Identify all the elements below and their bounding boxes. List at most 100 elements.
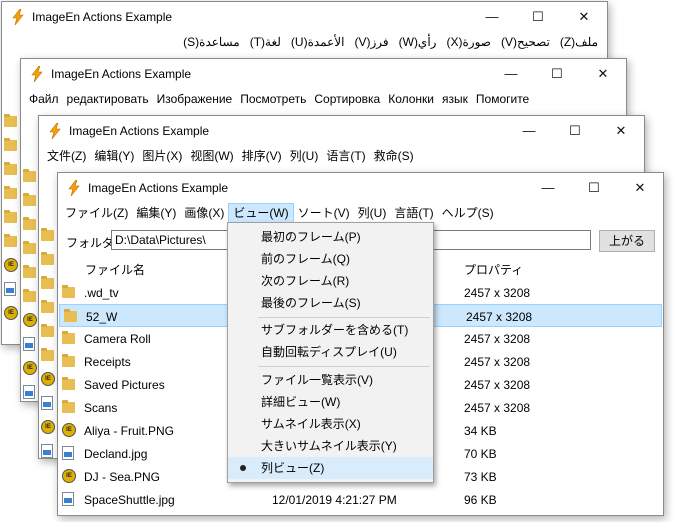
close-icon[interactable]: ✕ — [561, 2, 607, 32]
menu-image[interactable]: Изображение — [153, 89, 237, 109]
menu-language[interactable]: язык — [438, 89, 472, 109]
title-bar[interactable]: ImageEn Actions Example — ☐ ✕ — [39, 116, 644, 146]
minimize-icon[interactable]: — — [469, 2, 515, 32]
menu-file[interactable]: ファイル(Z) — [61, 203, 132, 223]
view-menu-dropdown: 最初のフレーム(P) 前のフレーム(Q) 次のフレーム(R) 最後のフレーム(S… — [227, 222, 434, 483]
menu-columns[interactable]: 列(U) — [286, 146, 323, 166]
png-file-icon: IE — [23, 361, 37, 375]
png-file-icon: IE — [41, 372, 55, 386]
menu-view[interactable]: Посмотреть — [236, 89, 310, 109]
close-icon[interactable]: ✕ — [598, 116, 644, 146]
folder-icon — [4, 162, 18, 176]
menu-item-large-thumbnail-view[interactable]: 大きいサムネイル表示(Y) — [228, 435, 433, 457]
jpg-file-icon — [62, 446, 74, 460]
maximize-icon[interactable]: ☐ — [534, 59, 580, 89]
folder-icon — [62, 354, 75, 367]
menu-help[interactable]: مساعدة(S) — [178, 32, 245, 52]
folder-icon — [62, 400, 75, 413]
menu-file[interactable]: Файл — [25, 89, 63, 109]
menu-view[interactable]: رأي(W) — [394, 32, 442, 52]
file-date: 12/01/2019 4:21:27 PM — [272, 493, 397, 507]
menu-help[interactable]: Помогите — [472, 89, 533, 109]
menu-edit[interactable]: 编辑(Y) — [90, 146, 138, 166]
folder-icon — [23, 265, 37, 279]
file-name: DJ - Sea.PNG — [84, 470, 161, 484]
menu-edit[interactable]: 編集(Y) — [132, 203, 180, 223]
menu-item-file-list-view[interactable]: ファイル一覧表示(V) — [228, 369, 433, 391]
jpg-file-icon — [41, 396, 55, 410]
menu-edit[interactable]: تصحيح(V) — [496, 32, 555, 52]
maximize-icon[interactable]: ☐ — [552, 116, 598, 146]
file-properties: 96 KB — [464, 493, 497, 507]
menu-help[interactable]: ヘルプ(S) — [438, 203, 498, 223]
menu-image[interactable]: 画像(X) — [180, 203, 228, 223]
folder-label: フォルダ: — [66, 236, 118, 250]
menu-item-include-subfolders[interactable]: サブフォルダーを含める(T) — [228, 319, 433, 341]
table-row[interactable]: SpaceShuttle.jpg 12/01/2019 4:21:27 PM 96 … — [58, 488, 663, 511]
menu-item-previous-frame[interactable]: 前のフレーム(Q) — [228, 248, 433, 270]
menu-sort[interactable]: فرز(V) — [349, 32, 393, 52]
lightning-app-icon — [49, 123, 61, 139]
menu-columns[interactable]: الأعمدة(U) — [286, 32, 350, 52]
jpg-file-icon — [4, 282, 18, 296]
folder-icon — [41, 252, 55, 266]
menu-item-thumbnail-view[interactable]: サムネイル表示(X) — [228, 413, 433, 435]
menu-item-column-view[interactable]: 列ビュー(Z) — [228, 457, 433, 479]
menu-help[interactable]: 救命(S) — [370, 146, 418, 166]
window-title: ImageEn Actions Example — [32, 10, 173, 24]
menu-item-next-frame[interactable]: 次のフレーム(R) — [228, 270, 433, 292]
menu-columns[interactable]: Колонки — [384, 89, 438, 109]
menu-separator — [258, 317, 430, 318]
close-icon[interactable]: ✕ — [617, 173, 663, 203]
minimize-icon[interactable]: — — [506, 116, 552, 146]
menu-item-first-frame[interactable]: 最初のフレーム(P) — [228, 226, 433, 248]
folder-icon — [4, 186, 18, 200]
png-file-icon: IE — [4, 306, 18, 320]
title-bar[interactable]: ImageEn Actions Example — ☐ ✕ — [2, 2, 607, 32]
menu-item-last-frame[interactable]: 最後のフレーム(S) — [228, 292, 433, 314]
menu-image[interactable]: صورة(X) — [441, 32, 495, 52]
menu-separator — [258, 366, 430, 367]
png-file-icon: IE — [62, 469, 76, 483]
menu-item-auto-rotate-display[interactable]: 自動回転ディスプレイ(U) — [228, 341, 433, 363]
menu-file[interactable]: 文件(Z) — [43, 146, 90, 166]
jpg-file-icon — [23, 337, 37, 351]
menu-file[interactable]: ملف(Z) — [555, 32, 603, 52]
menu-sort[interactable]: Сортировка — [310, 89, 384, 109]
title-bar[interactable]: ImageEn Actions Example — ☐ ✕ — [58, 173, 663, 203]
lightning-app-icon — [68, 180, 80, 196]
close-icon[interactable]: ✕ — [580, 59, 626, 89]
file-properties: 2457 x 3208 — [464, 378, 531, 392]
menu-language[interactable]: لغة(T) — [245, 32, 286, 52]
folder-icon — [41, 324, 55, 338]
menu-view[interactable]: ビュー(W) — [228, 203, 294, 223]
menu-view[interactable]: 视图(W) — [186, 146, 237, 166]
minimize-icon[interactable]: — — [488, 59, 534, 89]
jpg-file-icon — [41, 444, 55, 458]
maximize-icon[interactable]: ☐ — [571, 173, 617, 203]
file-properties: 2457 x 3208 — [464, 286, 531, 300]
menu-columns[interactable]: 列(U) — [354, 203, 391, 223]
menu-sort[interactable]: ソート(V) — [294, 203, 354, 223]
menu-bar: ファイル(Z) 編集(Y) 画像(X) ビュー(W) ソート(V) 列(U) 言語(T) ヘル… — [58, 203, 663, 223]
menu-language[interactable]: 语言(T) — [322, 146, 369, 166]
menu-item-details-view[interactable]: 詳細ビュー(W) — [228, 391, 433, 413]
column-header-properties[interactable]: プロパティ — [464, 261, 523, 278]
maximize-icon[interactable]: ☐ — [515, 2, 561, 32]
menu-edit[interactable]: редактировать — [63, 89, 153, 109]
folder-icon — [4, 138, 18, 152]
column-header-filename[interactable]: ファイル名 — [85, 261, 145, 278]
up-button[interactable]: 上がる — [599, 230, 655, 252]
file-name: .wd_tv — [84, 286, 119, 300]
title-bar[interactable]: ImageEn Actions Example — ☐ ✕ — [21, 59, 626, 89]
file-properties: 2457 x 3208 — [464, 332, 531, 346]
menu-image[interactable]: 图片(X) — [138, 146, 186, 166]
menu-bar: 文件(Z) 编辑(Y) 图片(X) 视图(W) 排序(V) 列(U) 语言(T) 救命(S) — [39, 146, 644, 166]
file-name: Camera Roll — [84, 332, 151, 346]
menu-language[interactable]: 言語(T) — [390, 203, 437, 223]
folder-icon — [23, 241, 37, 255]
file-name: Decland.jpg — [84, 447, 148, 461]
file-properties: 2457 x 3208 — [464, 401, 531, 415]
menu-sort[interactable]: 排序(V) — [238, 146, 286, 166]
minimize-icon[interactable]: — — [525, 173, 571, 203]
